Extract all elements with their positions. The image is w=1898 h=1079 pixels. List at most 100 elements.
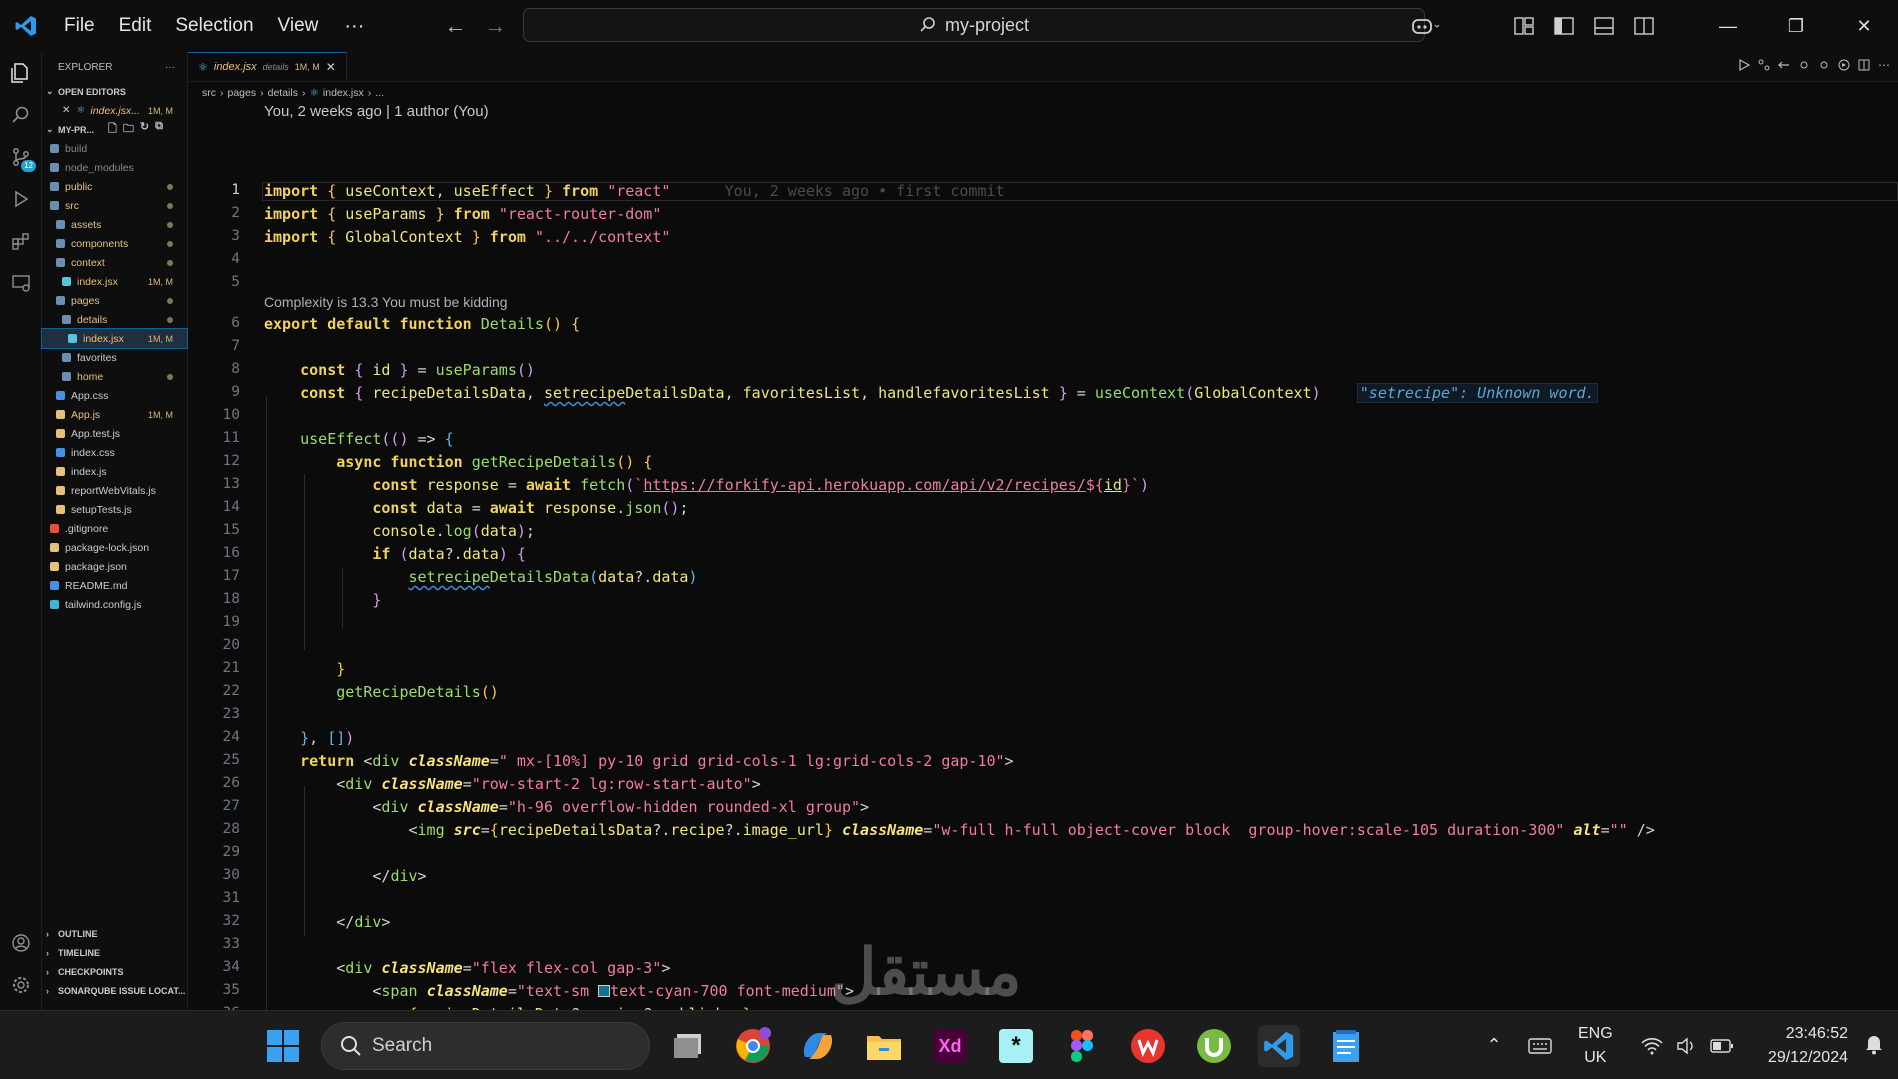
split-editor-icon[interactable] xyxy=(1858,59,1870,71)
timeline-section[interactable]: › TIMELINE xyxy=(42,943,188,962)
run-debug-icon[interactable] xyxy=(0,178,42,220)
tree-item[interactable]: tailwind.config.js xyxy=(42,595,187,614)
tree-item[interactable]: public xyxy=(42,177,187,196)
chrome-icon[interactable] xyxy=(732,1025,774,1067)
menu-more-icon[interactable]: ··· xyxy=(330,15,378,38)
tree-item[interactable]: details xyxy=(42,310,187,329)
menu-selection[interactable]: Selection xyxy=(163,0,265,52)
close-editor-icon[interactable]: ✕ xyxy=(62,105,70,116)
code-editor[interactable]: 1 2 3 4 5 6 7 8 9 10 11 12 13 14 15 16 17 18 19 20 21 22 23 24 2… xyxy=(188,122,1898,1056)
tree-item[interactable]: components xyxy=(42,234,187,253)
extensions-icon[interactable] xyxy=(0,220,42,262)
restore-icon[interactable]: ❐ xyxy=(1762,0,1830,52)
checkpoints-section[interactable]: › CHECKPOINTS xyxy=(42,962,188,981)
breadcrumb-file[interactable]: index.jsx xyxy=(323,87,364,99)
editor-more-icon[interactable]: ⋯ xyxy=(1878,58,1890,72)
tree-item[interactable]: home xyxy=(42,367,187,386)
tree-item[interactable]: package.json xyxy=(42,557,187,576)
compare-changes-icon[interactable] xyxy=(1758,59,1770,71)
battery-icon[interactable] xyxy=(1710,1038,1734,1054)
search-sidebar-icon[interactable] xyxy=(0,94,42,136)
tree-item[interactable]: index.jsx 1M, M xyxy=(42,272,187,291)
copilot-edit-icon[interactable] xyxy=(1838,59,1850,71)
open-changes-icon[interactable] xyxy=(1778,59,1790,71)
new-file-icon[interactable]: 🗋 xyxy=(108,120,117,139)
close-tab-icon[interactable]: ✕ xyxy=(326,60,336,74)
gear-icon[interactable] xyxy=(0,964,42,1006)
tree-item[interactable]: README.md xyxy=(42,576,187,595)
open-editors-section[interactable]: ⌄ OPEN EDITORS xyxy=(42,82,187,101)
figma-icon[interactable] xyxy=(1061,1025,1103,1067)
source-control-icon[interactable]: 12 xyxy=(0,136,42,178)
tree-item[interactable]: favorites xyxy=(42,348,187,367)
blame-header[interactable]: You, 2 weeks ago | 1 author (You) xyxy=(264,103,489,120)
tree-item[interactable]: index.css xyxy=(42,443,187,462)
language-indicator[interactable]: ENG UK xyxy=(1578,1022,1613,1070)
tree-item[interactable]: App.js 1M, M xyxy=(42,405,187,424)
vscode-taskbar-icon[interactable] xyxy=(1258,1025,1300,1067)
run-file-icon[interactable] xyxy=(1738,59,1750,71)
tree-item[interactable]: node_modules xyxy=(42,158,187,177)
utorrent-icon[interactable] xyxy=(1193,1025,1235,1067)
refresh-icon[interactable]: ↻ xyxy=(140,120,149,139)
snipping-app-icon[interactable]: * xyxy=(995,1025,1037,1067)
new-folder-icon[interactable]: 🗀 xyxy=(123,120,134,139)
project-section[interactable]: ⌄ MY-PR... 🗋 🗀 ↻ ⧉ xyxy=(42,120,187,139)
copilot-app-icon[interactable] xyxy=(797,1025,839,1067)
accounts-icon[interactable] xyxy=(0,922,42,964)
task-view-icon[interactable] xyxy=(668,1025,710,1067)
keyboard-icon[interactable] xyxy=(1512,1037,1568,1054)
taskbar-search[interactable]: Search xyxy=(321,1022,650,1070)
taskbar-clock[interactable]: 23:46:52 29/12/2024 xyxy=(1768,1022,1848,1070)
notification-bell-icon[interactable] xyxy=(1864,1033,1884,1060)
complexity-codelens[interactable]: Complexity is 13.3 You must be kidding xyxy=(264,294,508,310)
adobe-xd-icon[interactable]: Xd xyxy=(929,1025,971,1067)
volume-icon[interactable] xyxy=(1676,1037,1698,1055)
toggle-secondary-sidebar-icon[interactable] xyxy=(1624,0,1664,52)
tab-index-jsx[interactable]: ⚛ index.jsx details 1M, M ✕ xyxy=(188,52,347,81)
color-swatch[interactable] xyxy=(598,985,611,997)
menu-view[interactable]: View xyxy=(266,0,331,52)
tree-item[interactable]: App.test.js xyxy=(42,424,187,443)
tree-item[interactable]: App.css xyxy=(42,386,187,405)
tree-item[interactable]: assets xyxy=(42,215,187,234)
explorer-icon[interactable] xyxy=(0,52,42,94)
remote-explorer-icon[interactable] xyxy=(0,262,42,304)
breadcrumb-details[interactable]: details xyxy=(268,87,298,99)
toggle-primary-sidebar-icon[interactable] xyxy=(1544,0,1584,52)
minimize-icon[interactable]: — xyxy=(1694,0,1762,52)
menu-edit[interactable]: Edit xyxy=(107,0,164,52)
menu-file[interactable]: File xyxy=(52,0,107,52)
collapse-all-icon[interactable]: ⧉ xyxy=(155,120,163,139)
explorer-more-icon[interactable]: ··· xyxy=(165,62,175,73)
tree-item[interactable]: src xyxy=(42,196,187,215)
wps-office-icon[interactable] xyxy=(1127,1025,1169,1067)
sonarqube-section[interactable]: › SONARQUBE ISSUE LOCAT... xyxy=(42,981,188,1000)
breadcrumb-pages[interactable]: pages xyxy=(228,87,257,99)
wifi-icon[interactable] xyxy=(1640,1037,1664,1055)
customize-layout-icon[interactable] xyxy=(1504,0,1544,52)
back-arrow-icon[interactable]: ← xyxy=(442,13,468,39)
fetch-url-link[interactable]: https://forkify-api.herokuapp.com/api/v2… xyxy=(643,476,1086,494)
command-center-search[interactable]: my-project xyxy=(523,8,1425,42)
windows-start-icon[interactable] xyxy=(262,1025,304,1067)
tree-item[interactable]: pages xyxy=(42,291,187,310)
tree-item[interactable]: build xyxy=(42,139,187,158)
next-change-icon[interactable] xyxy=(1818,59,1830,71)
open-editor-item[interactable]: ✕ ⚛ index.jsx... 1M, M xyxy=(42,101,187,120)
tree-item[interactable]: context xyxy=(42,253,187,272)
tree-item[interactable]: setupTests.js xyxy=(42,500,187,519)
file-explorer-icon[interactable] xyxy=(863,1025,905,1067)
spelling-diagnostic[interactable]: "setrecipe": Unknown word. xyxy=(1356,383,1598,403)
breadcrumb-symbol[interactable]: ... xyxy=(375,87,384,99)
forward-arrow-icon[interactable]: → xyxy=(482,13,508,39)
toggle-panel-icon[interactable] xyxy=(1584,0,1624,52)
tree-item[interactable]: index.jsx 1M, M xyxy=(41,328,188,349)
tree-item[interactable]: reportWebVitals.js xyxy=(42,481,187,500)
tree-item[interactable]: package-lock.json xyxy=(42,538,187,557)
notepad-icon[interactable] xyxy=(1325,1025,1367,1067)
tree-item[interactable]: index.js xyxy=(42,462,187,481)
close-icon[interactable]: ✕ xyxy=(1830,0,1898,52)
tree-item[interactable]: .gitignore xyxy=(42,519,187,538)
previous-change-icon[interactable] xyxy=(1798,59,1810,71)
